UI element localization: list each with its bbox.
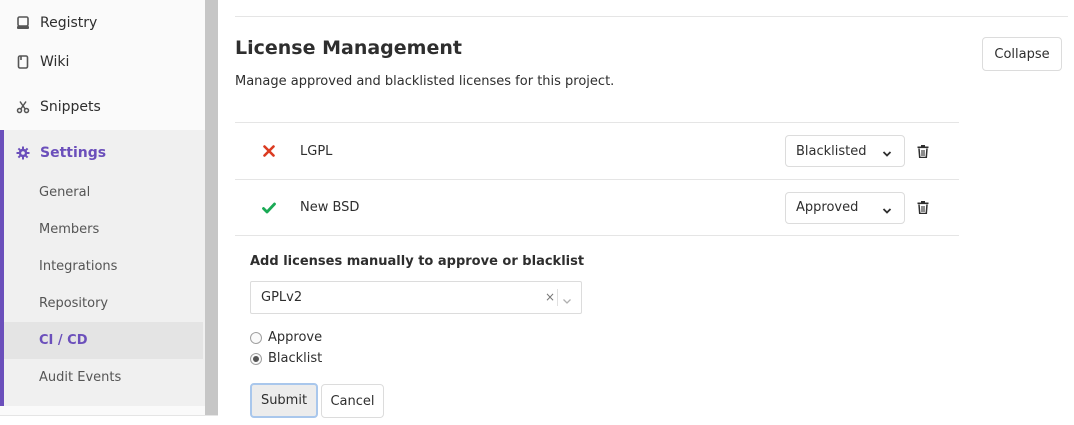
trash-icon[interactable] xyxy=(916,200,930,216)
collapse-button[interactable]: Collapse xyxy=(982,37,1062,71)
gear-icon xyxy=(15,145,31,161)
add-license-title: Add licenses manually to approve or blac… xyxy=(250,254,585,269)
trash-icon[interactable] xyxy=(916,143,930,159)
cross-icon xyxy=(261,143,277,159)
chevron-down-icon xyxy=(882,147,892,162)
sidebar-subitem-label: CI / CD xyxy=(39,333,88,348)
sidebar-subitem-audit-events[interactable]: Audit Events xyxy=(4,359,203,396)
blacklist-label: Blacklist xyxy=(268,351,323,366)
sidebar-subitem-label: Repository xyxy=(39,296,109,311)
section-description: Manage approved and blacklisted licenses… xyxy=(235,74,615,89)
license-name: LGPL xyxy=(300,143,333,159)
chevron-down-icon[interactable] xyxy=(562,294,572,309)
license-status-value: Approved xyxy=(796,200,859,215)
sidebar-item-label: Snippets xyxy=(40,98,101,115)
clear-icon[interactable]: × xyxy=(545,290,555,304)
sidebar-subitem-integrations[interactable]: Integrations xyxy=(4,248,203,285)
sidebar-subitem-ci-cd[interactable]: CI / CD xyxy=(4,322,203,359)
chevron-down-icon xyxy=(882,204,892,219)
section-divider xyxy=(235,16,1068,17)
sidebar-item-label: Settings xyxy=(40,144,107,161)
sidebar: Registry Wiki Snippets Settings General … xyxy=(0,0,205,425)
sidebar-subitem-repository[interactable]: Repository xyxy=(4,285,203,322)
scissors-icon xyxy=(15,99,31,115)
license-name: New BSD xyxy=(300,200,360,215)
license-status-value: Blacklisted xyxy=(796,143,867,159)
sidebar-item-label: Registry xyxy=(40,14,98,31)
approve-option[interactable]: Approve xyxy=(250,330,322,345)
submit-button[interactable]: Submit xyxy=(250,383,318,418)
sidebar-item-snippets[interactable]: Snippets xyxy=(0,84,205,129)
select-divider xyxy=(557,289,558,306)
sidebar-subitem-label: Integrations xyxy=(39,259,118,274)
license-status-select[interactable]: Blacklisted xyxy=(785,135,905,167)
blacklist-radio[interactable] xyxy=(250,352,262,365)
sidebar-subitem-label: Audit Events xyxy=(39,370,122,385)
sidebar-subitem-general[interactable]: General xyxy=(4,174,203,211)
license-name-value: GPLv2 xyxy=(261,290,303,305)
approve-radio[interactable] xyxy=(250,331,262,344)
approve-label: Approve xyxy=(268,330,323,345)
sidebar-item-settings[interactable]: Settings xyxy=(0,130,205,175)
sidebar-item-wiki[interactable]: Wiki xyxy=(0,39,205,84)
license-list: LGPL Blacklisted New BSD Approved xyxy=(235,122,959,236)
book-icon xyxy=(15,54,31,70)
blacklist-option[interactable]: Blacklist xyxy=(250,351,322,366)
license-row: LGPL Blacklisted xyxy=(235,122,959,179)
license-row: New BSD Approved xyxy=(235,179,959,236)
sidebar-footer xyxy=(0,415,218,425)
sidebar-scrollbar-thumb[interactable] xyxy=(205,0,218,417)
section-title: License Management xyxy=(235,37,462,59)
license-name-select[interactable]: GPLv2 × xyxy=(250,281,582,314)
sidebar-subitem-label: Members xyxy=(39,222,100,237)
check-icon xyxy=(261,200,277,216)
sidebar-item-label: Wiki xyxy=(40,53,70,70)
sidebar-subitem-members[interactable]: Members xyxy=(4,211,203,248)
sidebar-subitem-label: General xyxy=(39,185,91,200)
cancel-button[interactable]: Cancel xyxy=(321,384,384,418)
registry-icon xyxy=(15,15,31,31)
license-status-select[interactable]: Approved xyxy=(785,191,905,224)
